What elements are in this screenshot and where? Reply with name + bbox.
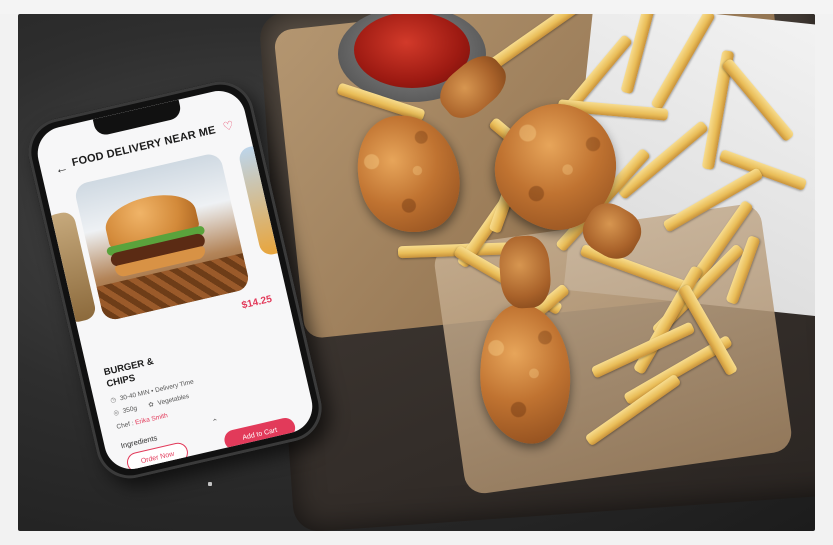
clock-icon: ◷ <box>109 396 117 405</box>
arrow-left-icon[interactable]: ← <box>53 159 69 177</box>
chef-label: Chef : <box>115 420 135 431</box>
chicken-bone-end <box>497 234 553 310</box>
leaf-icon: ✿ <box>147 401 155 410</box>
product-weight: 350g <box>122 404 138 415</box>
product-image-card[interactable] <box>73 151 251 322</box>
top-margin <box>0 0 833 14</box>
salt-speck <box>208 482 212 486</box>
chef-name-link[interactable]: Erika Smith <box>135 412 169 426</box>
weight-icon: ◎ <box>112 409 120 418</box>
product-diet: Vegetables <box>156 392 190 407</box>
heart-icon[interactable]: ♡ <box>222 118 236 134</box>
product-price: $14.25 <box>240 293 274 312</box>
chevron-up-icon[interactable]: ⌃ <box>211 417 220 427</box>
